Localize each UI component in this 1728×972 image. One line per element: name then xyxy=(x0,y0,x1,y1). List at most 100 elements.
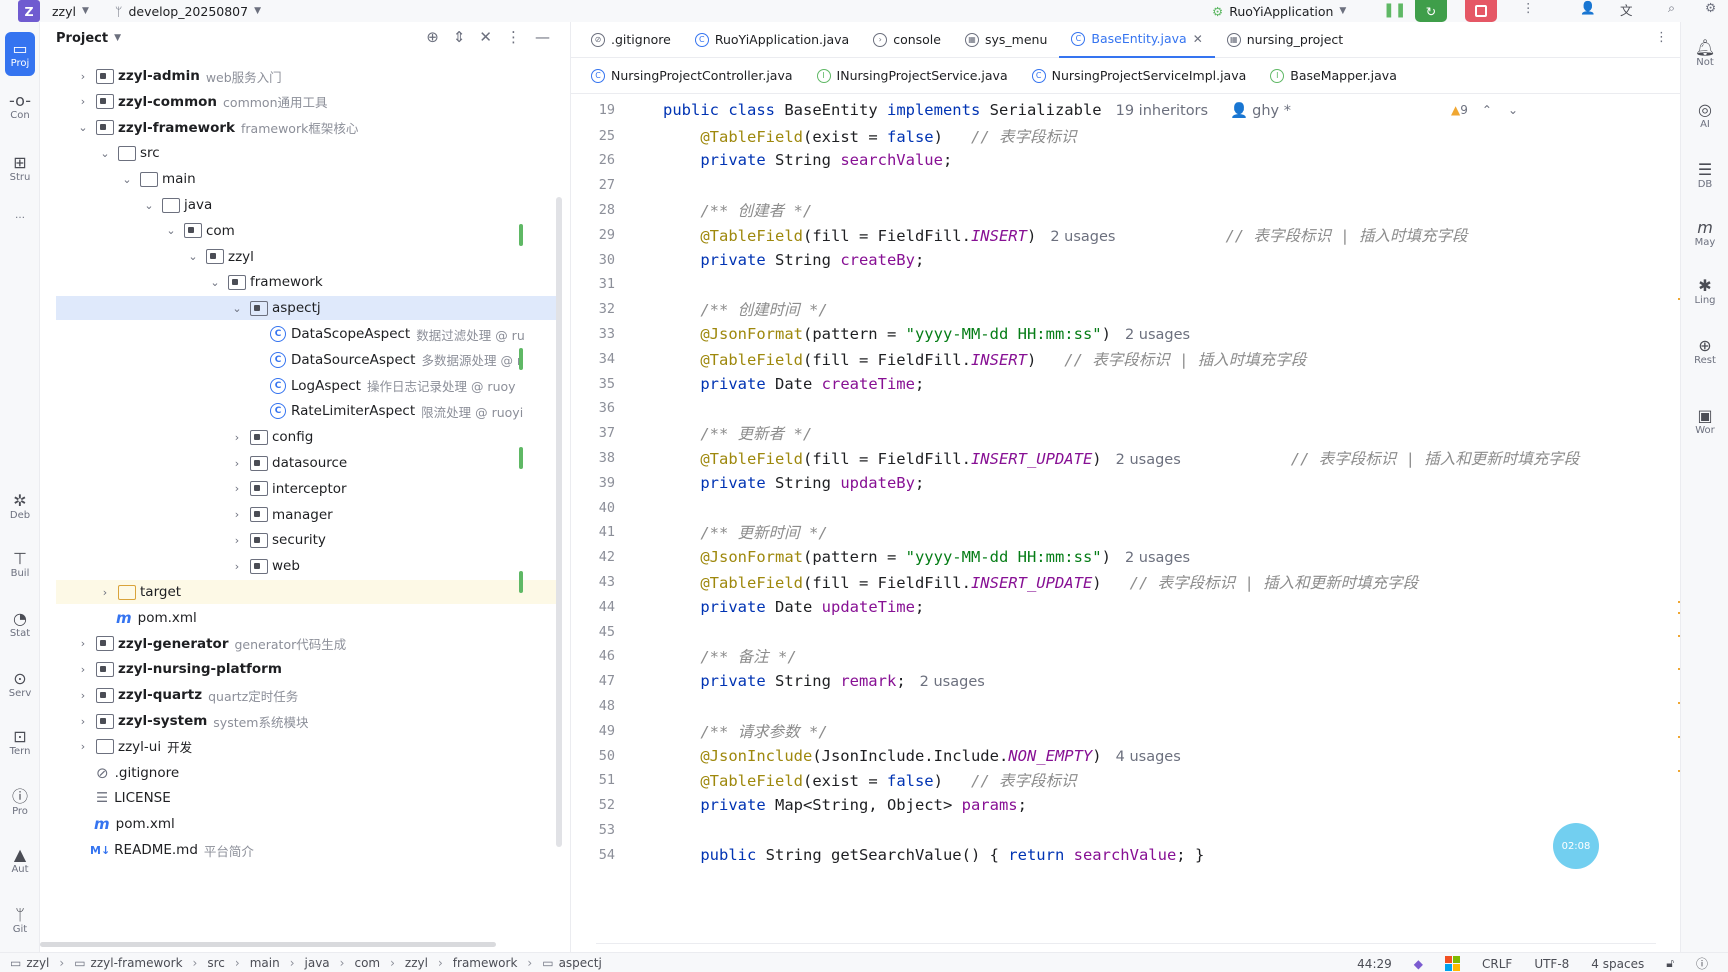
breadcrumb-item[interactable]: com xyxy=(354,956,380,970)
code-line[interactable]: 27 xyxy=(571,172,1681,199)
tree-item[interactable]: › zzyl-admin web服务入门 xyxy=(56,64,556,88)
tree-item[interactable]: › zzyl-ui 开发 xyxy=(56,735,556,759)
change-marker[interactable] xyxy=(519,446,523,469)
code-line[interactable]: 32 /** 创建时间 */ xyxy=(571,296,1681,323)
chevron-right-icon[interactable]: › xyxy=(230,457,244,470)
usages-hint[interactable]: 2 usages xyxy=(1125,550,1190,566)
tree-item[interactable]: › zzyl-nursing-platform xyxy=(56,657,556,681)
tree-item[interactable]: ⌄ java xyxy=(56,193,556,217)
tree-item[interactable]: › datasource xyxy=(56,451,556,475)
translate-icon[interactable]: 文 xyxy=(1620,0,1633,19)
caret-position[interactable]: 44:29 xyxy=(1357,957,1392,971)
code-line[interactable]: 36 xyxy=(571,395,1681,422)
chevron-down-icon[interactable]: ⌄ xyxy=(98,147,112,160)
code-line[interactable]: 54 public String getSearchValue() { retu… xyxy=(571,841,1681,868)
editor-tab[interactable]: C NursingProjectController.java xyxy=(579,58,805,94)
code-line[interactable]: 40 xyxy=(571,494,1681,521)
chevron-right-icon[interactable]: › xyxy=(76,637,90,650)
chevron-right-icon[interactable]: › xyxy=(76,663,90,676)
search-icon[interactable]: ⌕ xyxy=(1668,0,1675,16)
warnings-indicator[interactable]: ▲9 ⌃ ⌄ xyxy=(1451,103,1518,117)
tree-item[interactable]: ⌄ zzyl xyxy=(56,245,556,269)
tree-item[interactable]: › target xyxy=(56,580,556,604)
tree-item[interactable]: ☰ LICENSE xyxy=(56,786,556,810)
change-marker[interactable] xyxy=(519,347,523,370)
tree-item[interactable]: › config xyxy=(56,425,556,449)
code-line[interactable]: 28 /** 创建者 */ xyxy=(571,196,1681,223)
chevron-down-icon[interactable]: ⌄ xyxy=(76,121,90,134)
editor-tab[interactable]: ▦ sys_menu xyxy=(953,22,1059,58)
code-line[interactable]: 45 xyxy=(571,618,1681,645)
editor-tab[interactable]: I BaseMapper.java xyxy=(1258,58,1409,94)
change-marker[interactable] xyxy=(519,223,523,246)
run-config-selector[interactable]: ⚙ RuoYiApplication ▼ xyxy=(1212,0,1346,22)
code-line[interactable]: 44 private Date updateTime; xyxy=(571,593,1681,620)
tree-item[interactable]: ⌄ src xyxy=(56,141,556,165)
inheritors-hint[interactable]: 19 inheritors xyxy=(1116,103,1208,119)
tool-notifications[interactable]: 🔔︎ Not xyxy=(1681,38,1728,68)
code-line[interactable]: 26 private String searchValue; xyxy=(571,147,1681,174)
hide-icon[interactable]: — xyxy=(535,28,550,46)
more-icon[interactable]: ⋮ xyxy=(1522,0,1535,15)
chevron-right-icon[interactable]: › xyxy=(230,534,244,547)
line-separator[interactable]: CRLF xyxy=(1482,957,1512,971)
code-line[interactable]: 30 private String createBy; xyxy=(571,246,1681,273)
chevron-down-icon[interactable]: ⌄ xyxy=(120,173,134,186)
tool-problems[interactable]: ⓘ Pro xyxy=(5,788,35,818)
project-selector[interactable]: zzyl ▼ xyxy=(52,4,89,19)
code-line[interactable]: 38 @TableField(fill = FieldFill.INSERT_U… xyxy=(519,444,1681,471)
tool-services[interactable]: ⊙ Serv xyxy=(5,670,35,700)
tree-item[interactable]: ⌄ main xyxy=(56,167,556,191)
chevron-down-icon[interactable]: ⌄ xyxy=(142,199,156,212)
chevron-right-icon[interactable]: › xyxy=(230,560,244,573)
floating-timer-bubble[interactable]: 02:08 xyxy=(1553,823,1599,869)
add-user-icon[interactable]: 👤 xyxy=(1580,0,1596,16)
settings-icon[interactable]: ⚙ xyxy=(1705,0,1716,15)
change-marker[interactable] xyxy=(519,570,523,593)
code-line[interactable]: 52 private Map<String, Object> params; xyxy=(571,792,1681,819)
editor-tab[interactable]: ▦ nursing_project xyxy=(1215,22,1355,58)
unlock-icon[interactable]: 🔓︎ xyxy=(1666,956,1674,971)
tree-item[interactable]: ⊘ .gitignore xyxy=(56,761,556,785)
chevron-right-icon[interactable]: › xyxy=(76,70,90,83)
usages-hint[interactable]: 2 usages xyxy=(1116,452,1181,468)
tree-vertical-scrollbar[interactable] xyxy=(556,197,562,847)
tree-item[interactable]: › zzyl-quartz quartz定时任务 xyxy=(56,683,556,707)
plugin-icon[interactable]: ◆ xyxy=(1414,957,1423,971)
chevron-right-icon[interactable]: › xyxy=(98,586,112,599)
code-line[interactable]: 33 @JsonFormat(pattern = "yyyy-MM-dd HH:… xyxy=(571,320,1681,347)
chevron-down-icon[interactable]: ⌄ xyxy=(164,224,178,237)
code-line[interactable]: 42 @JsonFormat(pattern = "yyyy-MM-dd HH:… xyxy=(571,544,1681,571)
expand-all-icon[interactable]: ⇕ xyxy=(453,28,466,46)
tree-item[interactable]: m pom.xml xyxy=(56,606,556,630)
branch-selector[interactable]: ᛘ develop_20250807 ▼ xyxy=(115,4,261,19)
tree-item[interactable]: › zzyl-system system系统模块 xyxy=(56,709,556,733)
chevron-right-icon[interactable]: › xyxy=(230,482,244,495)
editor-tab[interactable]: C RuoYiApplication.java xyxy=(683,22,861,58)
breadcrumb-item[interactable]: framework xyxy=(453,956,518,970)
code-line[interactable]: 31 xyxy=(571,271,1681,298)
code-line[interactable]: 29 @TableField(fill = FieldFill.INSERT) 2… xyxy=(519,221,1681,248)
tool-build[interactable]: ⊤ Buil xyxy=(5,550,35,580)
tree-item[interactable]: › zzyl-common common通用工具 xyxy=(56,90,556,114)
code-line[interactable]: 49 /** 请求参数 */ xyxy=(571,717,1681,744)
code-line[interactable]: 39 private String updateBy; xyxy=(571,469,1681,496)
code-line[interactable]: 25 @TableField(exist = false) // 表字段标识 xyxy=(571,122,1681,149)
tree-item[interactable]: › manager xyxy=(56,503,556,527)
editor-tab[interactable]: ⊘ .gitignore xyxy=(579,22,683,58)
pause-icon[interactable]: ❚❚ xyxy=(1383,2,1406,18)
tool-statistic[interactable]: ◔ Stat xyxy=(5,610,35,640)
project-logo[interactable]: Z xyxy=(18,0,40,22)
tree-item[interactable]: › interceptor xyxy=(56,477,556,501)
tree-item[interactable]: C RateLimiterAspect 限流处理 @ ruoyi xyxy=(56,399,556,423)
info-icon[interactable]: ⓘ xyxy=(1696,955,1708,972)
code-line[interactable]: 43 @TableField(fill = FieldFill.INSERT_U… xyxy=(519,568,1681,595)
chevron-right-icon[interactable]: › xyxy=(76,95,90,108)
tree-item[interactable]: ⌄ com xyxy=(56,219,556,243)
tree-item[interactable]: M↓ README.md 平台简介 xyxy=(56,838,556,862)
tool-commit[interactable]: -o- Con xyxy=(5,92,35,122)
tool-project[interactable]: ▭ Proj xyxy=(5,32,35,76)
tool-auto[interactable]: ▲ Aut xyxy=(5,846,35,876)
code-line[interactable]: 46 /** 备注 */ xyxy=(571,643,1681,670)
breadcrumb-item[interactable]: java xyxy=(305,956,330,970)
